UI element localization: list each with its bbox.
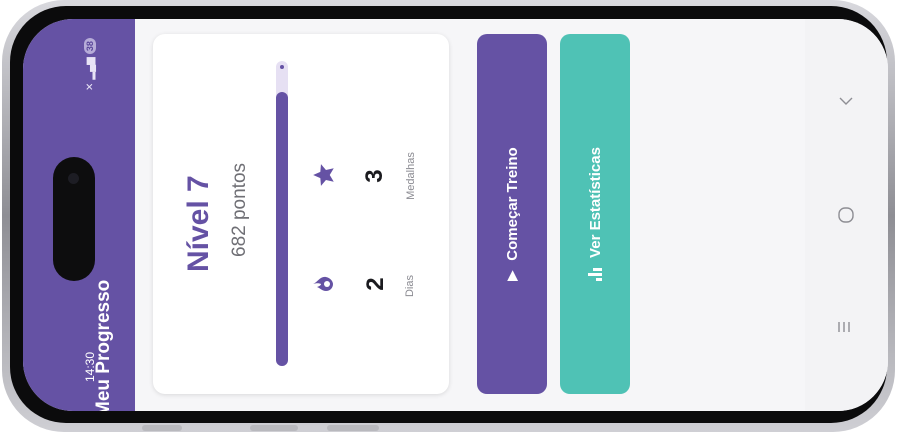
progress-fill xyxy=(276,91,288,366)
play-icon: ▶ xyxy=(504,270,519,281)
bar-chart-icon xyxy=(588,267,602,281)
view-stats-label: Ver Estatísticas xyxy=(586,147,604,258)
dynamic-island xyxy=(53,157,95,281)
app-screen: ✕ ▂▄▆ 38 14:30 Meu Progresso Nível 7 682… xyxy=(23,19,888,411)
signal-icon: ▂▄▆ xyxy=(84,57,96,80)
days-label: Dias xyxy=(404,275,416,298)
start-training-label: Começar Treino xyxy=(503,147,521,261)
start-training-button[interactable]: ▶ Começar Treino xyxy=(477,34,547,394)
status-icons: ✕ ▂▄▆ 38 xyxy=(82,27,98,91)
level-title: Nível 7 xyxy=(182,175,215,272)
phone-frame: ✕ ▂▄▆ 38 14:30 Meu Progresso Nível 7 682… xyxy=(2,0,895,432)
page-title: Meu Progresso xyxy=(93,279,114,411)
medals-label: Medalhas xyxy=(405,152,417,200)
mute-icon: ✕ xyxy=(84,82,96,91)
days-value: 2 xyxy=(362,277,389,291)
start-training-content: ▶ Começar Treino xyxy=(477,34,547,394)
star-icon xyxy=(311,162,337,188)
recents-icon[interactable] xyxy=(826,81,866,121)
view-stats-content: Ver Estatísticas xyxy=(560,34,630,394)
level-progress-bar xyxy=(276,61,288,366)
system-nav-bar xyxy=(805,19,888,411)
medals-value: 3 xyxy=(361,169,388,183)
volume-button xyxy=(250,425,298,431)
progress-marker xyxy=(280,65,284,69)
phone-bezel: ✕ ▂▄▆ 38 14:30 Meu Progresso Nível 7 682… xyxy=(10,6,888,423)
power-button xyxy=(327,425,379,431)
battery-icon: 38 xyxy=(84,38,96,55)
app-bar: ✕ ▂▄▆ 38 14:30 Meu Progresso xyxy=(23,19,135,411)
camera-icon xyxy=(68,173,79,184)
home-icon[interactable] xyxy=(826,195,866,235)
view-stats-button[interactable]: Ver Estatísticas xyxy=(560,34,630,394)
progress-card: Nível 7 682 pontos 2 Dias 3 Medalhas xyxy=(153,34,449,394)
volume-button xyxy=(142,425,182,431)
flame-icon xyxy=(311,272,335,296)
points-text: 682 pontos xyxy=(229,162,250,257)
back-icon[interactable] xyxy=(826,307,866,347)
